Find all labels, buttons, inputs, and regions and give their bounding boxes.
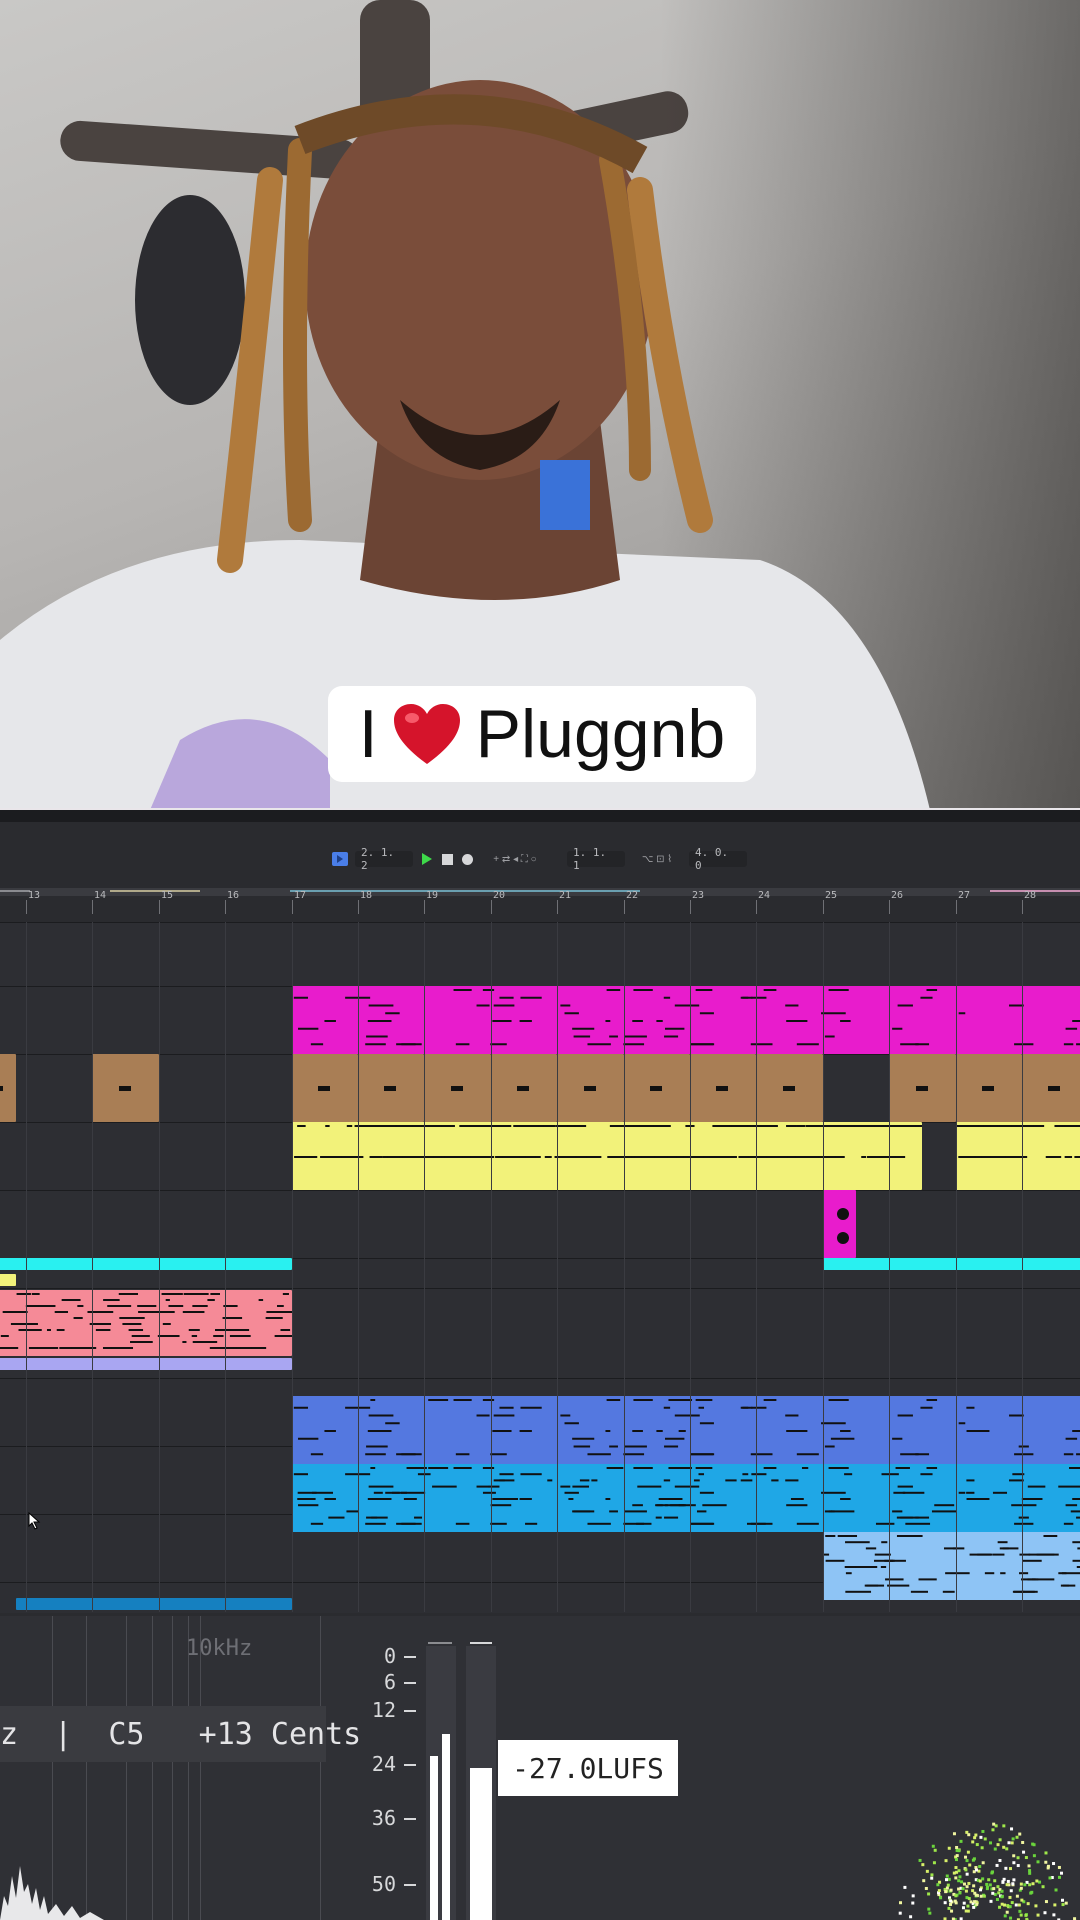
ruler-bar-25: 25 bbox=[825, 890, 838, 901]
pitch-readout: z | C5 +13 Cents bbox=[0, 1706, 361, 1762]
transport-bar: 2. 1. 2 + ⇄ ◂ ⛶ ○ 1. 1. 1 ⌥ ⊡ ⌇ 4. 0. 0 bbox=[0, 842, 1080, 876]
clip-track-2-brown[interactable] bbox=[557, 1054, 624, 1122]
follow-button[interactable] bbox=[332, 852, 348, 866]
db-tick-6: 6 bbox=[383, 1670, 396, 1694]
clip-track-2-brown[interactable] bbox=[756, 1054, 823, 1122]
clip-track-3-yellow[interactable] bbox=[956, 1122, 1080, 1190]
ruler-bar-28: 28 bbox=[1024, 890, 1037, 901]
clip-track-2-brown[interactable] bbox=[624, 1054, 690, 1122]
ruler-bar-24: 24 bbox=[758, 890, 771, 901]
clip-track-2-brown[interactable] bbox=[491, 1054, 557, 1122]
clip-track-7-blue[interactable] bbox=[292, 1396, 1080, 1464]
tool-icons[interactable]: + ⇄ ◂ ⛶ ○ bbox=[480, 852, 550, 866]
clip-track-2-brown[interactable] bbox=[1022, 1054, 1080, 1122]
caption-banner: I Pluggnb bbox=[328, 686, 756, 782]
stereo-scope bbox=[898, 1822, 1077, 1920]
meter-level-left-b bbox=[442, 1734, 450, 1920]
ruler-bar-19: 19 bbox=[426, 890, 439, 901]
meter-level-right bbox=[470, 1768, 492, 1920]
loop-length[interactable]: 4. 0. 0 bbox=[689, 846, 747, 872]
stop-icon[interactable] bbox=[440, 852, 454, 866]
caption-text-before: I bbox=[358, 696, 378, 772]
ruler-bar-20: 20 bbox=[493, 890, 506, 901]
automation-icons[interactable]: ⌥ ⊡ ⌇ bbox=[632, 852, 682, 866]
spectrum-trace bbox=[0, 1866, 104, 1920]
clip-track-8-sky[interactable] bbox=[292, 1464, 1080, 1532]
clip-track-9-lightblue[interactable] bbox=[823, 1532, 1080, 1600]
clip-track-2-brown[interactable] bbox=[424, 1054, 491, 1122]
clip-track-2-brown[interactable] bbox=[358, 1054, 424, 1122]
clip-track-2-brown[interactable] bbox=[956, 1054, 1022, 1122]
clip-track-6-salmon[interactable] bbox=[0, 1290, 292, 1356]
clip-track-4-magenta[interactable] bbox=[823, 1190, 856, 1258]
meter-level-left-a bbox=[430, 1756, 438, 1920]
record-icon[interactable] bbox=[460, 852, 474, 866]
clip-track-1-pink[interactable] bbox=[292, 986, 1080, 1054]
ruler-bar-23: 23 bbox=[692, 890, 705, 901]
clip-track-2-brown[interactable] bbox=[690, 1054, 756, 1122]
play-icon[interactable] bbox=[420, 852, 434, 866]
db-tick-36: 36 bbox=[371, 1806, 396, 1830]
mouse-cursor-icon bbox=[28, 1512, 41, 1530]
caption-text-after: Pluggnb bbox=[475, 696, 726, 772]
db-tick-24: 24 bbox=[371, 1752, 396, 1776]
clip-track-6-salmon[interactable] bbox=[0, 1358, 292, 1370]
ruler-bar-27: 27 bbox=[958, 890, 971, 901]
daw-arrangement: 2. 1. 2 + ⇄ ◂ ⛶ ○ 1. 1. 1 ⌥ ⊡ ⌇ 4. 0. 0 … bbox=[0, 822, 1080, 1616]
clip-track-2-brown[interactable] bbox=[292, 1054, 358, 1122]
ruler-bar-13: 13 bbox=[28, 890, 41, 901]
db-tick-12: 12 bbox=[371, 1698, 396, 1722]
ruler-bar-26: 26 bbox=[891, 890, 904, 901]
ruler-bar-14: 14 bbox=[94, 890, 107, 901]
loop-start[interactable]: 1. 1. 1 bbox=[567, 846, 625, 872]
ruler-bar-21: 21 bbox=[559, 890, 572, 901]
lufs-readout: -27.0LUFS bbox=[498, 1740, 678, 1796]
clip-track-2-brown[interactable] bbox=[889, 1054, 956, 1122]
clip-track-2-brown[interactable] bbox=[0, 1054, 16, 1122]
track-lane[interactable] bbox=[0, 1190, 1080, 1259]
ruler-bar-15: 15 bbox=[161, 890, 174, 901]
clip-track-8-sky[interactable] bbox=[16, 1598, 292, 1610]
clip-track-2-brown[interactable] bbox=[92, 1054, 159, 1122]
analyzer-panel: 10kHz z | C5 +13 Cents -27.0LUFS 0 6 12 24 3… bbox=[0, 1616, 1080, 1920]
ruler-bar-18: 18 bbox=[360, 890, 373, 901]
track-lanes[interactable] bbox=[0, 922, 1080, 1613]
track-lane[interactable] bbox=[0, 922, 1080, 987]
ruler-bar-17: 17 bbox=[294, 890, 307, 901]
clip-track-3-yellow[interactable] bbox=[0, 1274, 16, 1286]
webcam-view: I Pluggnb bbox=[0, 0, 1080, 810]
frequency-label: 10kHz bbox=[186, 1636, 253, 1661]
clip-track-5-cyan[interactable] bbox=[823, 1258, 1080, 1270]
clip-track-3-yellow[interactable] bbox=[292, 1122, 922, 1190]
ruler-bar-22: 22 bbox=[626, 890, 639, 901]
db-tick-0: 0 bbox=[383, 1644, 396, 1668]
clip-track-5-cyan[interactable] bbox=[0, 1258, 292, 1270]
song-position[interactable]: 2. 1. 2 bbox=[355, 846, 413, 872]
db-tick-50: 50 bbox=[371, 1872, 396, 1896]
ruler-bar-16: 16 bbox=[227, 890, 240, 901]
red-heart-icon bbox=[393, 704, 460, 764]
